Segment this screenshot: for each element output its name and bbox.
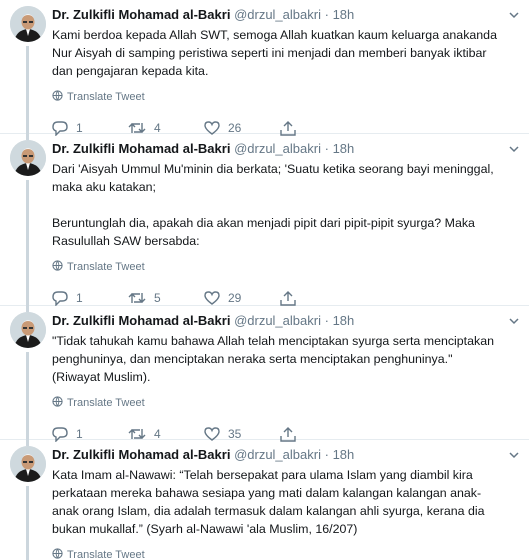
share-button[interactable] xyxy=(280,290,356,306)
globe-icon xyxy=(52,396,63,410)
author-handle[interactable]: @drzul_albakri xyxy=(234,7,321,22)
avatar[interactable] xyxy=(10,6,46,42)
retweet-button[interactable]: 5 xyxy=(128,291,204,305)
author-name[interactable]: Dr. Zulkifli Mohamad al-Bakri xyxy=(52,313,230,328)
timestamp[interactable]: 18h xyxy=(333,141,355,156)
retweet-count: 4 xyxy=(154,427,161,441)
tweet-text: Kata Imam al-Nawawi: “Telah bersepakat p… xyxy=(52,468,485,536)
author-handle[interactable]: @drzul_albakri xyxy=(234,313,321,328)
reply-count: 1 xyxy=(76,291,83,305)
translate-tweet-link[interactable]: Translate Tweet xyxy=(52,396,517,410)
like-count: 29 xyxy=(228,291,242,305)
separator: · xyxy=(324,7,329,22)
separator: · xyxy=(324,141,329,156)
author-name[interactable]: Dr. Zulkifli Mohamad al-Bakri xyxy=(52,7,230,22)
retweet-count: 5 xyxy=(154,291,161,305)
globe-icon xyxy=(52,90,63,104)
tweet-text: "Tidak tahukah kamu bahawa Allah telah m… xyxy=(52,334,494,384)
thread-line xyxy=(26,352,29,440)
thread-line xyxy=(26,46,29,134)
timestamp[interactable]: 18h xyxy=(333,313,355,328)
heart-icon xyxy=(204,291,220,305)
timeline: Dr. Zulkifli Mohamad al-Bakri @drzul_alb… xyxy=(0,0,529,560)
heart-icon xyxy=(204,427,220,441)
reply-icon xyxy=(52,290,68,306)
avatar[interactable] xyxy=(10,446,46,482)
like-count: 35 xyxy=(228,427,242,441)
globe-icon xyxy=(52,260,63,274)
avatar[interactable] xyxy=(10,140,46,176)
heart-icon xyxy=(204,121,220,135)
reply-button[interactable]: 1 xyxy=(52,290,128,306)
timestamp[interactable]: 18h xyxy=(333,447,355,462)
retweet-count: 4 xyxy=(154,121,161,135)
retweet-icon xyxy=(128,427,146,441)
retweet-icon xyxy=(128,291,146,305)
retweet-icon xyxy=(128,121,146,135)
separator: · xyxy=(324,447,329,462)
thread-line xyxy=(26,486,29,560)
share-icon xyxy=(280,290,296,306)
thread-line xyxy=(26,180,29,306)
tweet[interactable]: Dr. Zulkifli Mohamad al-Bakri @drzul_alb… xyxy=(0,306,529,442)
like-button[interactable]: 29 xyxy=(204,291,280,305)
reply-count: 1 xyxy=(76,121,83,135)
tweet-header: Dr. Zulkifli Mohamad al-Bakri @drzul_alb… xyxy=(52,140,517,158)
tweet[interactable]: Dr. Zulkifli Mohamad al-Bakri @drzul_alb… xyxy=(0,0,529,136)
separator: · xyxy=(324,313,329,328)
author-name[interactable]: Dr. Zulkifli Mohamad al-Bakri xyxy=(52,141,230,156)
translate-label: Translate Tweet xyxy=(67,397,145,409)
tweet-actions: 1 5 29 xyxy=(52,289,517,307)
like-button[interactable]: 26 xyxy=(204,121,280,135)
author-name[interactable]: Dr. Zulkifli Mohamad al-Bakri xyxy=(52,447,230,462)
tweet[interactable]: Dr. Zulkifli Mohamad al-Bakri @drzul_alb… xyxy=(0,134,529,306)
translate-tweet-link[interactable]: Translate Tweet xyxy=(52,548,517,560)
tweet-header: Dr. Zulkifli Mohamad al-Bakri @drzul_alb… xyxy=(52,6,517,24)
retweet-button[interactable]: 4 xyxy=(128,427,204,441)
translate-tweet-link[interactable]: Translate Tweet xyxy=(52,260,517,274)
avatar[interactable] xyxy=(10,312,46,348)
translate-label: Translate Tweet xyxy=(67,261,145,273)
like-count: 26 xyxy=(228,121,242,135)
globe-icon xyxy=(52,548,63,560)
tweet-header: Dr. Zulkifli Mohamad al-Bakri @drzul_alb… xyxy=(52,446,517,464)
author-handle[interactable]: @drzul_albakri xyxy=(234,141,321,156)
like-button[interactable]: 35 xyxy=(204,427,280,441)
timestamp[interactable]: 18h xyxy=(333,7,355,22)
tweet-text: Kami berdoa kepada Allah SWT, semoga All… xyxy=(52,28,497,78)
tweet-header: Dr. Zulkifli Mohamad al-Bakri @drzul_alb… xyxy=(52,312,517,330)
tweet[interactable]: Dr. Zulkifli Mohamad al-Bakri @drzul_alb… xyxy=(0,440,529,560)
translate-label: Translate Tweet xyxy=(67,91,145,103)
author-handle[interactable]: @drzul_albakri xyxy=(234,447,321,462)
tweet-text: Dari 'Aisyah Ummul Mu'minin dia berkata;… xyxy=(52,162,494,248)
translate-label: Translate Tweet xyxy=(67,549,145,560)
retweet-button[interactable]: 4 xyxy=(128,121,204,135)
reply-count: 1 xyxy=(76,427,83,441)
translate-tweet-link[interactable]: Translate Tweet xyxy=(52,90,517,104)
